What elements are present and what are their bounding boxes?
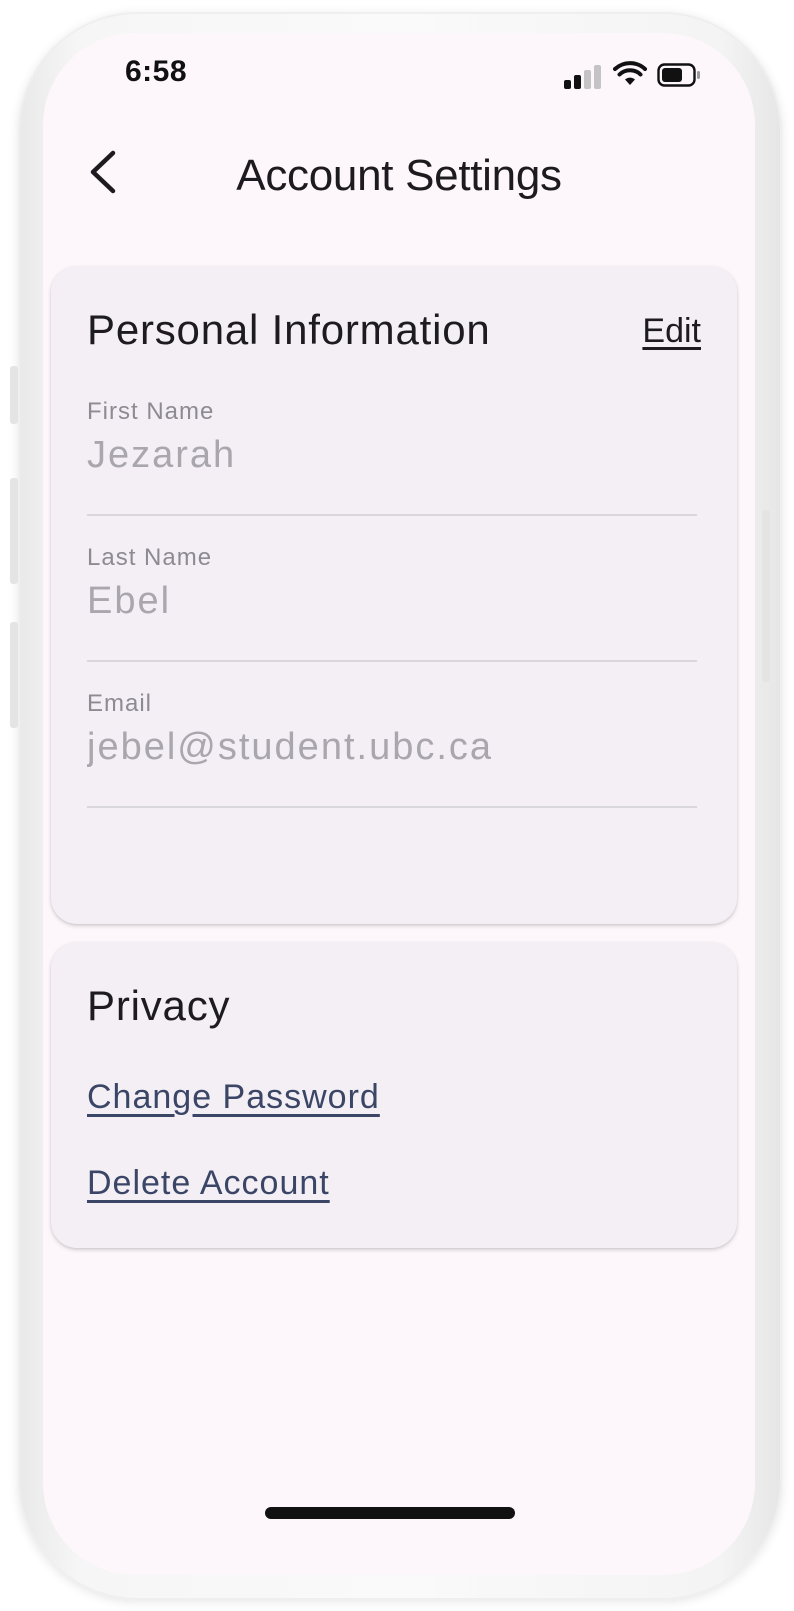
last-name-field: Last Name bbox=[87, 544, 697, 662]
first-name-input[interactable] bbox=[87, 434, 697, 477]
email-field: Email bbox=[87, 690, 697, 808]
personal-information-card: Personal Information Edit First Name Las… bbox=[51, 266, 737, 924]
app-screen: 6:58 Account Settings Personal Informati… bbox=[43, 33, 755, 1575]
first-name-field: First Name bbox=[87, 398, 697, 516]
email-label: Email bbox=[87, 690, 153, 717]
last-name-input[interactable] bbox=[87, 580, 697, 623]
delete-account-link[interactable]: Delete Account bbox=[87, 1164, 330, 1203]
volume-up-button bbox=[10, 478, 18, 584]
signal-bar bbox=[574, 75, 581, 89]
power-button bbox=[762, 510, 770, 682]
privacy-title: Privacy bbox=[87, 982, 231, 1029]
signal-bar bbox=[594, 65, 601, 89]
wifi-icon bbox=[613, 61, 647, 85]
volume-down-button bbox=[10, 622, 18, 728]
privacy-card: Privacy Change Password Delete Account bbox=[51, 942, 737, 1248]
signal-bar bbox=[584, 70, 591, 89]
page-title: Account Settings bbox=[236, 151, 562, 200]
edit-button[interactable]: Edit bbox=[642, 312, 701, 351]
signal-bar bbox=[564, 80, 571, 89]
silent-switch bbox=[10, 366, 18, 424]
email-input[interactable] bbox=[87, 726, 697, 769]
last-name-label: Last Name bbox=[87, 544, 213, 571]
personal-information-title: Personal Information bbox=[87, 306, 491, 353]
first-name-label: First Name bbox=[87, 398, 215, 425]
status-time: 6:58 bbox=[125, 55, 188, 88]
battery-icon bbox=[657, 63, 700, 87]
cellular-signal-icon bbox=[564, 63, 604, 89]
change-password-link[interactable]: Change Password bbox=[87, 1078, 380, 1117]
home-indicator[interactable] bbox=[265, 1507, 515, 1519]
